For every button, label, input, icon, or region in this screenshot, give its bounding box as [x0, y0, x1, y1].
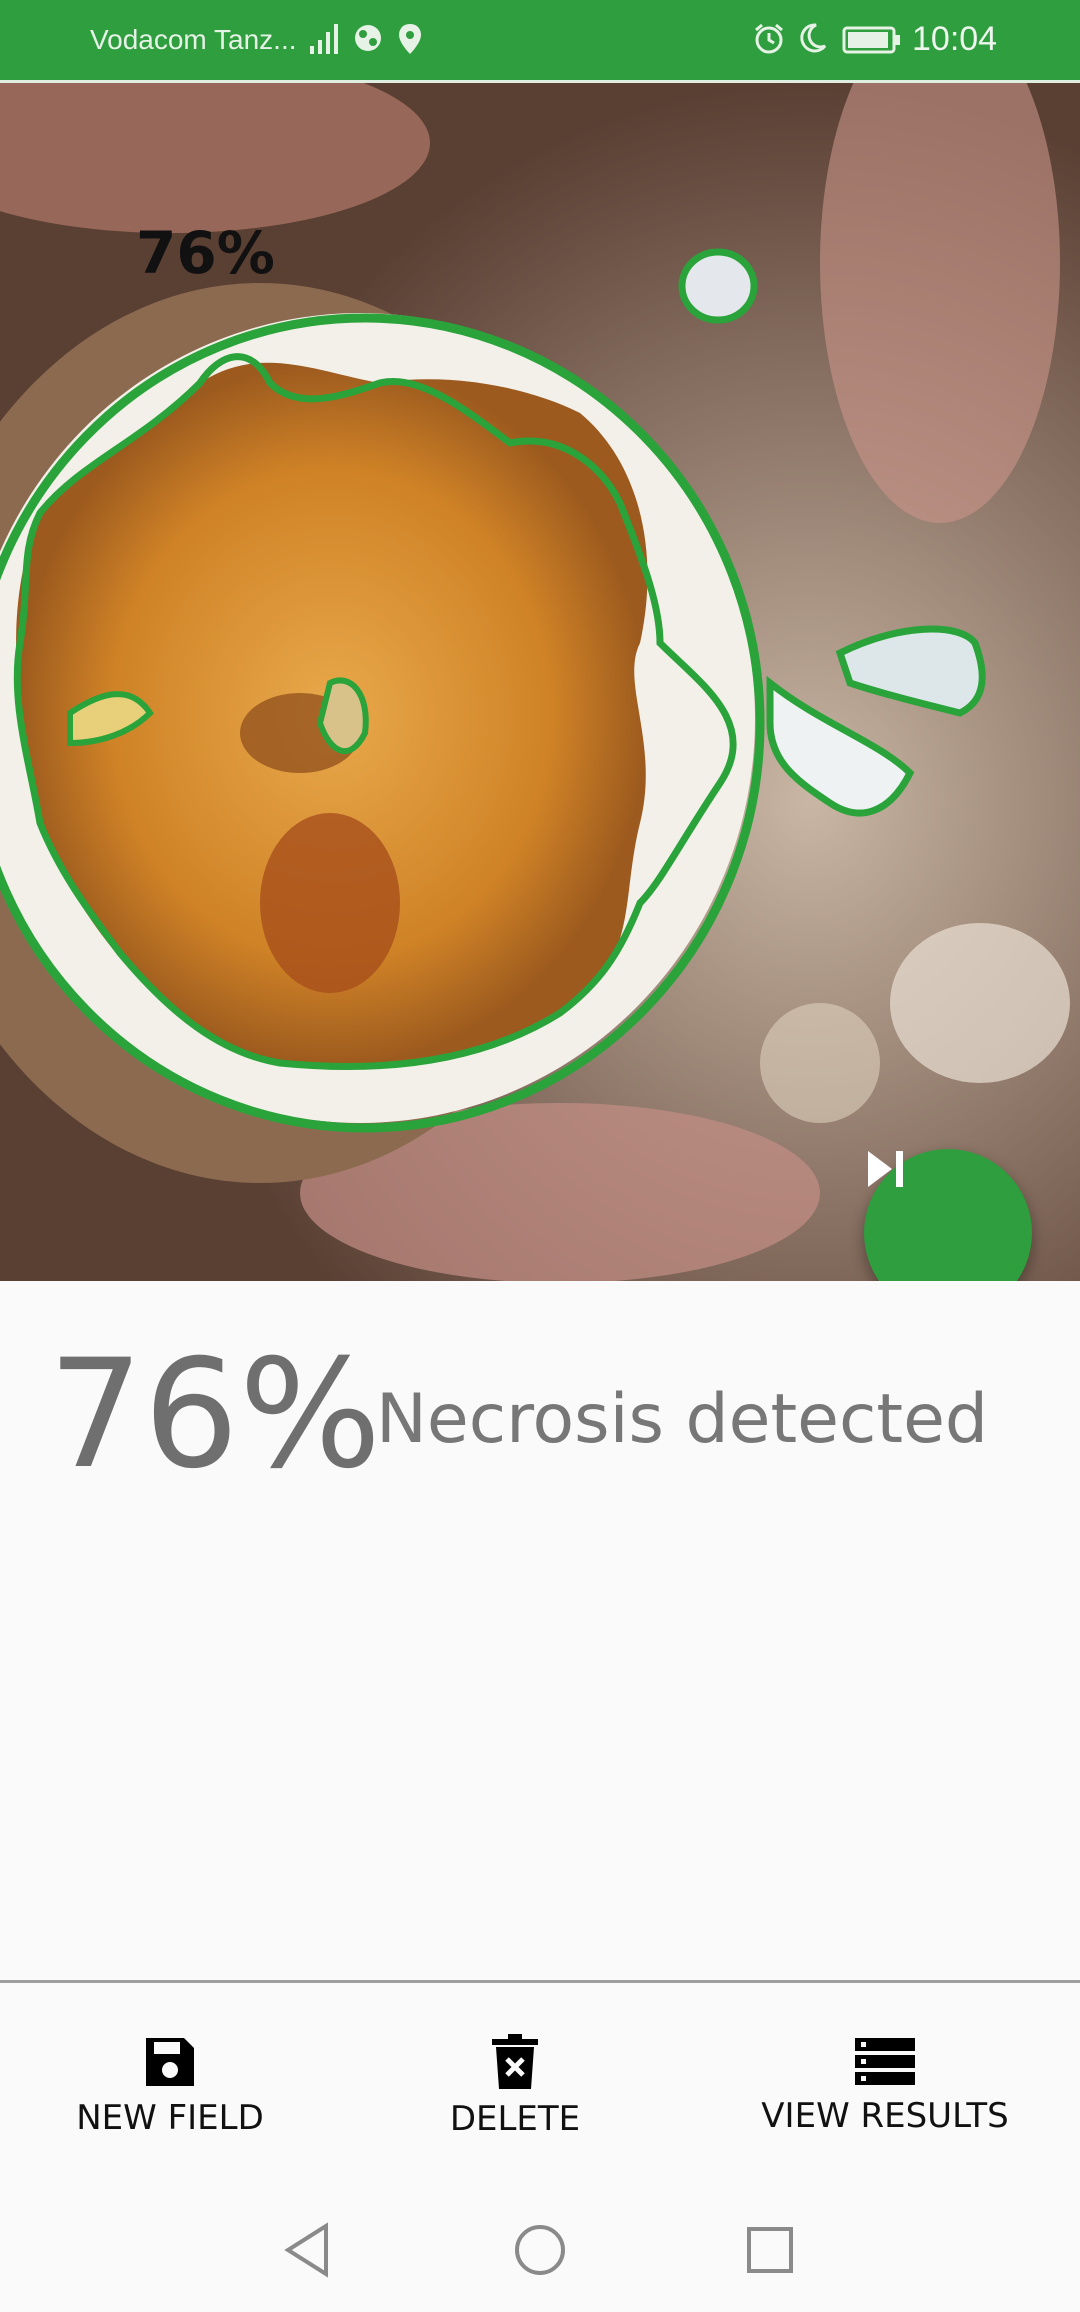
battery-icon [842, 26, 900, 54]
delete-button[interactable]: DELETE [400, 1983, 630, 2188]
analysis-photo: 76% [0, 83, 1080, 1281]
list-icon [855, 2037, 915, 2085]
status-bar: Vodacom Tanz... 10:04 [0, 0, 1080, 80]
home-icon[interactable] [512, 2222, 568, 2278]
new-field-label: NEW FIELD [76, 2097, 264, 2138]
delete-label: DELETE [449, 2098, 581, 2139]
bottom-action-bar: NEW FIELD DELETE VIEW RESULTS [0, 1983, 1080, 2188]
view-results-button[interactable]: VIEW RESULTS [740, 1983, 1030, 2188]
clock: 10:04 [912, 20, 998, 58]
photo-canvas: 76% [0, 83, 1080, 1281]
signal-icon [310, 24, 338, 54]
new-field-button[interactable]: NEW FIELD [40, 1983, 300, 2188]
recents-icon[interactable] [746, 2222, 794, 2278]
globe-icon [355, 25, 381, 51]
location-pin-icon [399, 24, 421, 54]
save-icon [146, 2037, 194, 2086]
skip-next-icon [868, 1151, 903, 1187]
necrosis-label: Necrosis detected [376, 1380, 989, 1459]
back-icon[interactable] [282, 2222, 332, 2278]
necrosis-percentage: 76% [48, 1328, 382, 1502]
trash-icon [492, 2033, 538, 2089]
do-not-disturb-moon-icon [800, 23, 827, 53]
alarm-icon [755, 23, 783, 54]
view-results-label: VIEW RESULTS [761, 2095, 1009, 2136]
overlay-percentage: 76% [136, 219, 275, 287]
system-nav-bar [0, 2188, 1080, 2312]
carrier-name: Vodacom Tanz... [90, 24, 297, 55]
